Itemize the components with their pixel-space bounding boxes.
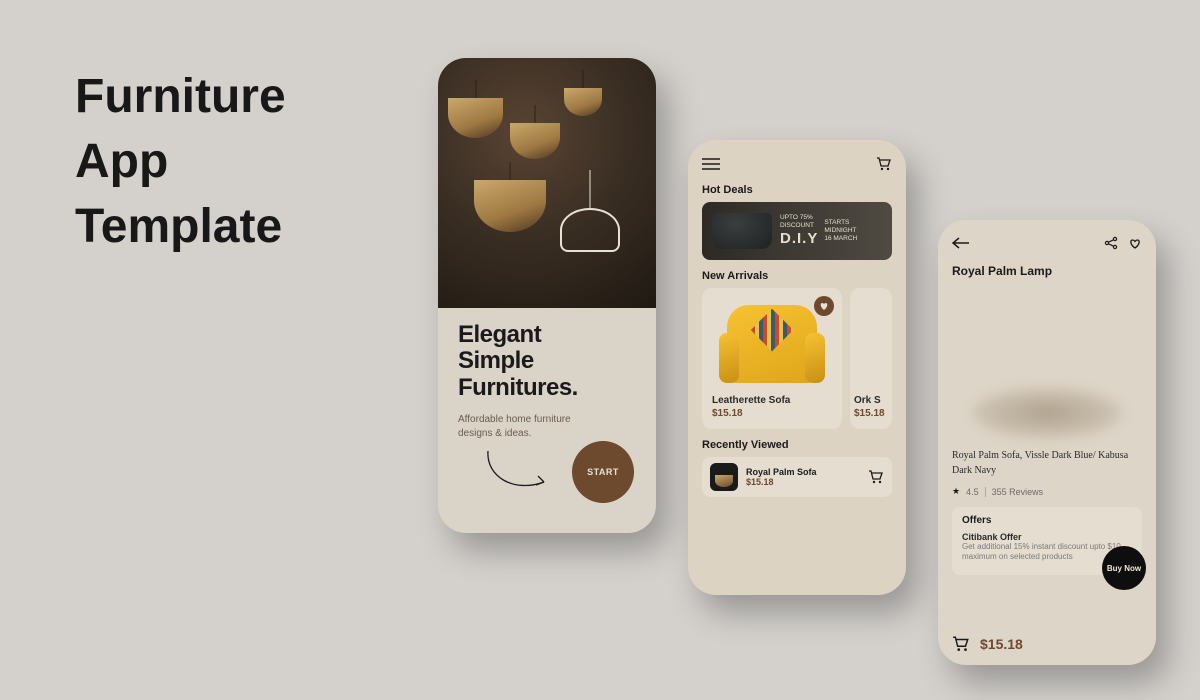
deal-starts: STARTS [824, 219, 857, 227]
product-price: $15.18 [712, 408, 832, 419]
start-button[interactable]: START [572, 441, 634, 503]
onboarding-subtitle: Affordable home furniture designs & idea… [458, 413, 636, 441]
menu-icon[interactable] [702, 158, 720, 170]
rating-row: ★ 4.5 355 Reviews [952, 486, 1142, 497]
product-name: Ork S [854, 395, 888, 406]
offers-title: Offers [962, 515, 1132, 526]
deal-diy: D.I.Y [780, 230, 818, 248]
screen-onboarding: Elegant Simple Furnitures. Affordable ho… [438, 58, 656, 533]
recent-thumb [710, 463, 738, 491]
star-icon: ★ [952, 486, 960, 497]
recent-price: $15.18 [746, 477, 860, 487]
deal-sofa-image [712, 213, 772, 249]
recent-item[interactable]: Royal Palm Sofa $15.18 [702, 457, 892, 497]
favorite-button[interactable] [814, 296, 834, 316]
bottom-bar: $15.18 [952, 625, 1142, 655]
deal-date: 16 MARCH [824, 235, 857, 243]
new-arrivals-title: New Arrivals [702, 270, 892, 282]
cart-icon[interactable] [876, 156, 892, 172]
headline-line: Simple [458, 348, 636, 374]
promo-title-line: Furniture [75, 65, 286, 130]
subtitle-line: designs & ideas. [458, 427, 636, 441]
hero-image [438, 58, 656, 308]
screen-product-detail: Royal Palm Lamp Royal Palm Sofa, Vissle … [938, 220, 1156, 665]
rating-value: 4.5 [966, 487, 979, 497]
start-button-label: START [587, 467, 619, 477]
buy-now-button[interactable]: Buy Now [1102, 546, 1146, 590]
product-card[interactable]: Ork S $15.18 [850, 288, 892, 429]
promo-title: Furniture App Template [75, 65, 286, 259]
recently-viewed-title: Recently Viewed [702, 439, 892, 451]
product-name: Leatherette Sofa [712, 395, 832, 406]
review-count[interactable]: 355 Reviews [985, 487, 1044, 497]
hot-deals-title: Hot Deals [702, 184, 892, 196]
deal-text: UPTO 75% DISCOUNT D.I.Y [780, 214, 818, 248]
product-card[interactable]: Leatherette Sofa $15.18 [702, 288, 842, 429]
deal-text: STARTS MIDNIGHT 16 MARCH [824, 219, 857, 242]
pendant-lamp-icon [474, 180, 546, 232]
cart-icon[interactable] [952, 635, 970, 653]
product-image [854, 296, 888, 391]
buy-now-label: Buy Now [1107, 564, 1141, 573]
promo-title-line: Template [75, 195, 286, 260]
deal-discount: DISCOUNT [780, 222, 818, 230]
pendant-lamp-outline-icon [560, 208, 620, 252]
deal-upto: UPTO 75% [780, 214, 818, 222]
product-row: Leatherette Sofa $15.18 Ork S $15.18 [702, 288, 892, 429]
offer-name: Citibank Offer [962, 532, 1132, 542]
product-price: $15.18 [980, 636, 1023, 652]
pendant-lamp-icon [510, 123, 560, 159]
subtitle-line: Affordable home furniture [458, 413, 636, 427]
product-description: Royal Palm Sofa, Vissle Dark Blue/ Kabus… [952, 448, 1142, 478]
headline-line: Furnitures. [458, 375, 636, 401]
product-hero-image [952, 288, 1142, 438]
deal-midnight: MIDNIGHT [824, 227, 857, 235]
cart-icon[interactable] [868, 469, 884, 485]
pendant-lamp-icon [448, 98, 503, 138]
back-icon[interactable] [952, 237, 970, 249]
recent-name: Royal Palm Sofa [746, 467, 860, 477]
pendant-lamp-icon [564, 88, 602, 116]
product-price: $15.18 [854, 408, 888, 419]
armchair-image [727, 305, 817, 383]
deal-banner[interactable]: UPTO 75% DISCOUNT D.I.Y STARTS MIDNIGHT … [702, 202, 892, 260]
headline-line: Elegant [458, 322, 636, 348]
product-title: Royal Palm Lamp [952, 264, 1142, 278]
promo-title-line: App [75, 130, 286, 195]
heart-icon[interactable] [1128, 236, 1142, 250]
screen-home: Hot Deals UPTO 75% DISCOUNT D.I.Y STARTS… [688, 140, 906, 595]
lamp-image-blur [972, 388, 1122, 438]
share-icon[interactable] [1104, 236, 1118, 250]
arrow-swoosh-icon [484, 447, 556, 497]
onboarding-headline: Elegant Simple Furnitures. [458, 322, 636, 401]
